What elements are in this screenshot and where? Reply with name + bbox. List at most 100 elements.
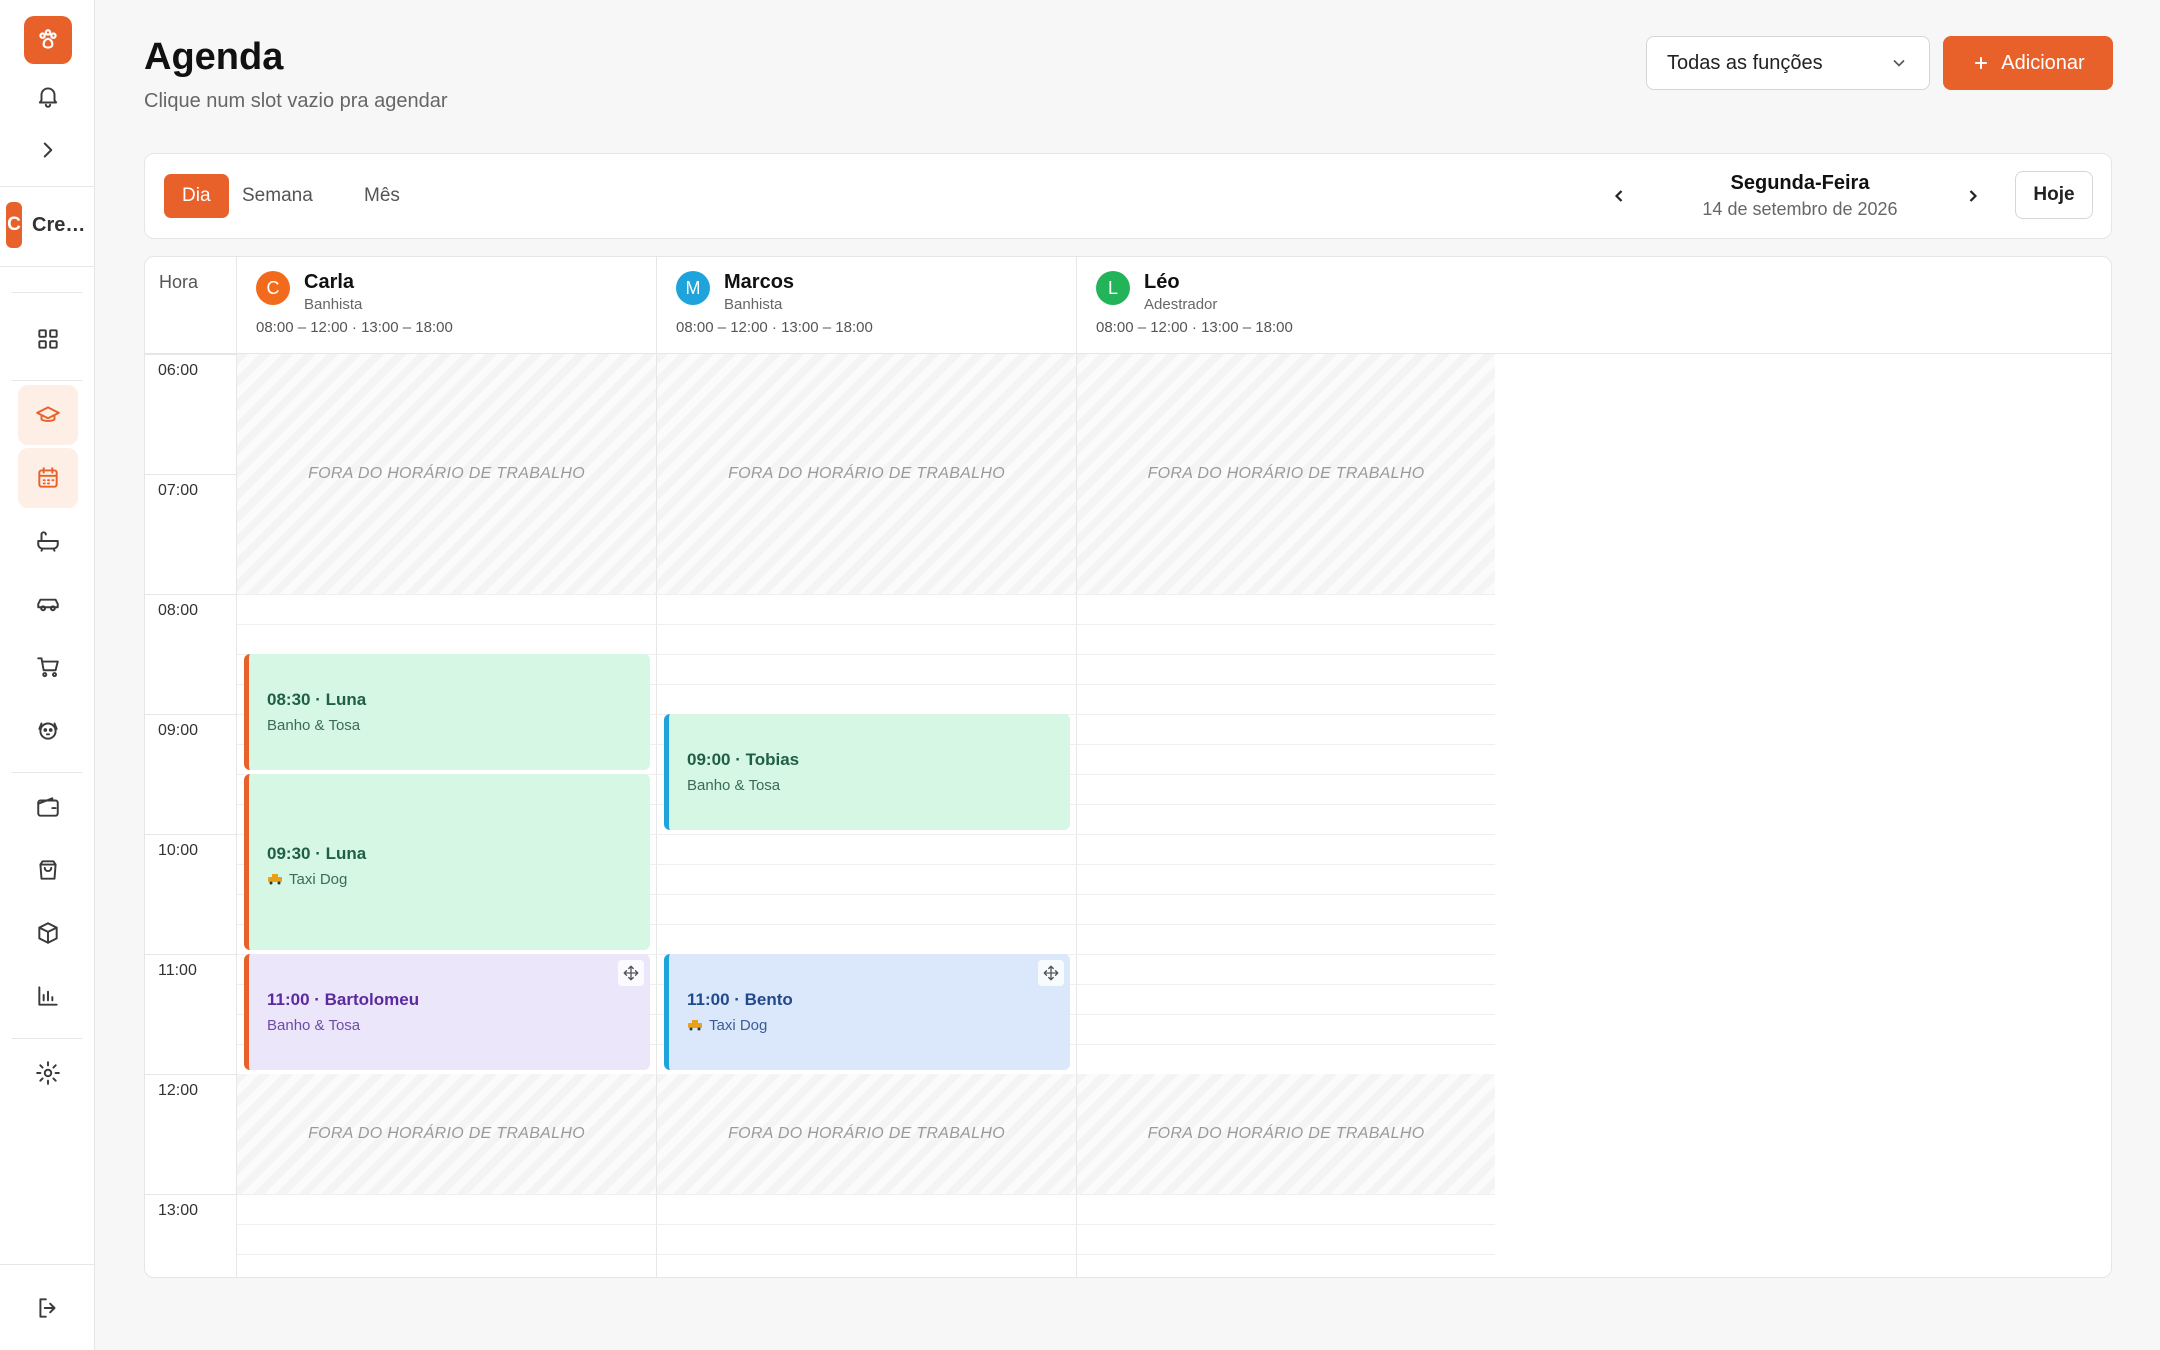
chevron-right-expand-icon[interactable] [18, 120, 78, 180]
package-box-icon[interactable] [18, 903, 78, 963]
tab-week[interactable]: Semana [224, 174, 331, 218]
appointment-card[interactable]: 09:30 · Luna Taxi Dog [244, 774, 650, 950]
dashboard-grid-icon[interactable] [18, 309, 78, 369]
off-hours-label: FORA DO HORÁRIO DE TRABALHO [1147, 465, 1425, 482]
day-name: Segunda-Feira [1730, 172, 1870, 194]
hour-line [145, 954, 236, 955]
car-icon[interactable] [18, 574, 78, 634]
slot-line [237, 1254, 1495, 1255]
company-name: Cre… [32, 213, 86, 236]
add-button-label: Adicionar [2001, 51, 2085, 74]
shopping-bag-icon[interactable] [18, 840, 78, 900]
calendar-icon[interactable] [18, 448, 78, 508]
wallet-icon[interactable] [18, 777, 78, 837]
sidebar: C Cre… [0, 0, 95, 1350]
appointment-title: 11:00 · Bartolomeu [267, 990, 420, 1009]
off-hours-label: FORA DO HORÁRIO DE TRABALHO [728, 465, 1005, 482]
move-handle-icon[interactable] [1038, 960, 1064, 986]
staff-name: Léo [1144, 271, 1180, 293]
chevron-left-icon [1614, 190, 1623, 202]
next-day-button[interactable] [1955, 178, 1991, 214]
appointment-title: 09:30 · Luna [267, 844, 367, 863]
chevron-right-icon [1969, 190, 1978, 202]
appointment-title: 11:00 · Bento [687, 990, 793, 1009]
appointment-service: Taxi Dog [289, 871, 348, 888]
appointment-service-row: Taxi Dog [687, 1017, 1070, 1034]
shopping-cart-icon[interactable] [18, 637, 78, 697]
taxi-icon [268, 874, 282, 885]
appointment-service-row: Taxi Dog [267, 871, 650, 888]
current-date: Segunda-Feira 14 de setembro de 2026 [1675, 172, 1925, 220]
bar-chart-icon[interactable] [18, 966, 78, 1026]
paw-logo-icon[interactable] [24, 16, 72, 64]
slot-line [237, 624, 1495, 625]
settings-gear-icon[interactable] [18, 1043, 78, 1103]
hour-line [145, 1074, 236, 1075]
appointment-card[interactable]: 09:00 · Tobias Banho & Tosa [664, 714, 1070, 830]
time-label: 11:00 [158, 962, 197, 979]
appointment-card[interactable]: 08:30 · Luna Banho & Tosa [244, 654, 650, 770]
appointment-card[interactable]: 11:00 · Bento Taxi Dog [664, 954, 1070, 1070]
avatar: M [676, 271, 710, 305]
off-hours-label: FORA DO HORÁRIO DE TRABALHO [1147, 1125, 1425, 1142]
bathtub-icon[interactable] [18, 511, 78, 571]
staff-role: Adestrador [1144, 296, 1218, 313]
time-label: 06:00 [158, 362, 199, 379]
off-hours-block: FORA DO HORÁRIO DE TRABALHO [657, 354, 1076, 594]
calendar-header: Hora C Carla Banhista 08:00 – 12:00 · 13… [145, 257, 2111, 354]
off-hours-label: FORA DO HORÁRIO DE TRABALHO [728, 1125, 1005, 1142]
avatar: L [1096, 271, 1130, 305]
time-column-label: Hora [159, 272, 199, 292]
slot-line [237, 1194, 1495, 1195]
appointment-service: Banho & Tosa [267, 717, 361, 734]
staff-name: Marcos [724, 271, 795, 293]
staff-role: Banhista [304, 296, 363, 313]
chevron-down-icon [1893, 59, 1905, 67]
today-button[interactable]: Hoje [2015, 171, 2093, 219]
page-title: Agenda [144, 36, 284, 78]
off-hours-label: FORA DO HORÁRIO DE TRABALHO [308, 465, 585, 482]
graduation-cap-icon[interactable] [18, 385, 78, 445]
taxi-icon [688, 1020, 702, 1031]
company-avatar: C [6, 202, 22, 248]
time-label: 12:00 [158, 1082, 199, 1099]
add-button[interactable]: Adicionar [1943, 36, 2113, 90]
off-hours-block: FORA DO HORÁRIO DE TRABALHO [1077, 1074, 1495, 1194]
off-hours-block: FORA DO HORÁRIO DE TRABALHO [237, 354, 656, 594]
time-label: 07:00 [158, 482, 199, 499]
hour-line [145, 594, 236, 595]
tab-month[interactable]: Mês [346, 174, 418, 218]
staff-work-hours: 08:00 – 12:00 · 13:00 – 18:00 [256, 319, 453, 336]
dog-face-icon[interactable] [18, 700, 78, 760]
appointment-service: Taxi Dog [709, 1017, 768, 1034]
role-filter-select[interactable]: Todas as funções [1646, 36, 1930, 90]
slot-line [237, 594, 1495, 595]
slot-line [237, 1224, 1495, 1225]
time-label: 13:00 [158, 1202, 199, 1219]
hour-line [145, 834, 236, 835]
staff-name: Carla [304, 271, 355, 293]
appointment-title: 09:00 · Tobias [687, 750, 800, 769]
off-hours-block: FORA DO HORÁRIO DE TRABALHO [237, 1074, 656, 1194]
time-grid[interactable]: FORA DO HORÁRIO DE TRABALHO FORA DO HORÁ… [145, 354, 2111, 1277]
appointment-service: Banho & Tosa [687, 777, 781, 794]
day-calendar: Hora C Carla Banhista 08:00 – 12:00 · 13… [144, 256, 2112, 1278]
staff-work-hours: 08:00 – 12:00 · 13:00 – 18:00 [676, 319, 873, 336]
logout-icon[interactable] [18, 1278, 78, 1338]
appointment-service: Banho & Tosa [267, 1017, 361, 1034]
bell-icon[interactable] [18, 66, 78, 126]
previous-day-button[interactable] [1601, 178, 1637, 214]
off-hours-block: FORA DO HORÁRIO DE TRABALHO [657, 1074, 1076, 1194]
off-hours-label: FORA DO HORÁRIO DE TRABALHO [308, 1125, 585, 1142]
hour-line [145, 1194, 236, 1195]
appointment-card[interactable]: 11:00 · Bartolomeu Banho & Tosa [244, 954, 650, 1070]
hour-line [145, 714, 236, 715]
appointment-title: 08:30 · Luna [267, 690, 367, 709]
move-handle-icon[interactable] [618, 960, 644, 986]
tab-day[interactable]: Dia [164, 174, 229, 218]
time-label: 10:00 [158, 842, 199, 859]
avatar: C [256, 271, 290, 305]
company-switcher[interactable]: C Cre… [0, 190, 95, 260]
page-subtitle: Clique num slot vazio pra agendar [144, 90, 448, 112]
full-date: 14 de setembro de 2026 [1702, 199, 1898, 219]
